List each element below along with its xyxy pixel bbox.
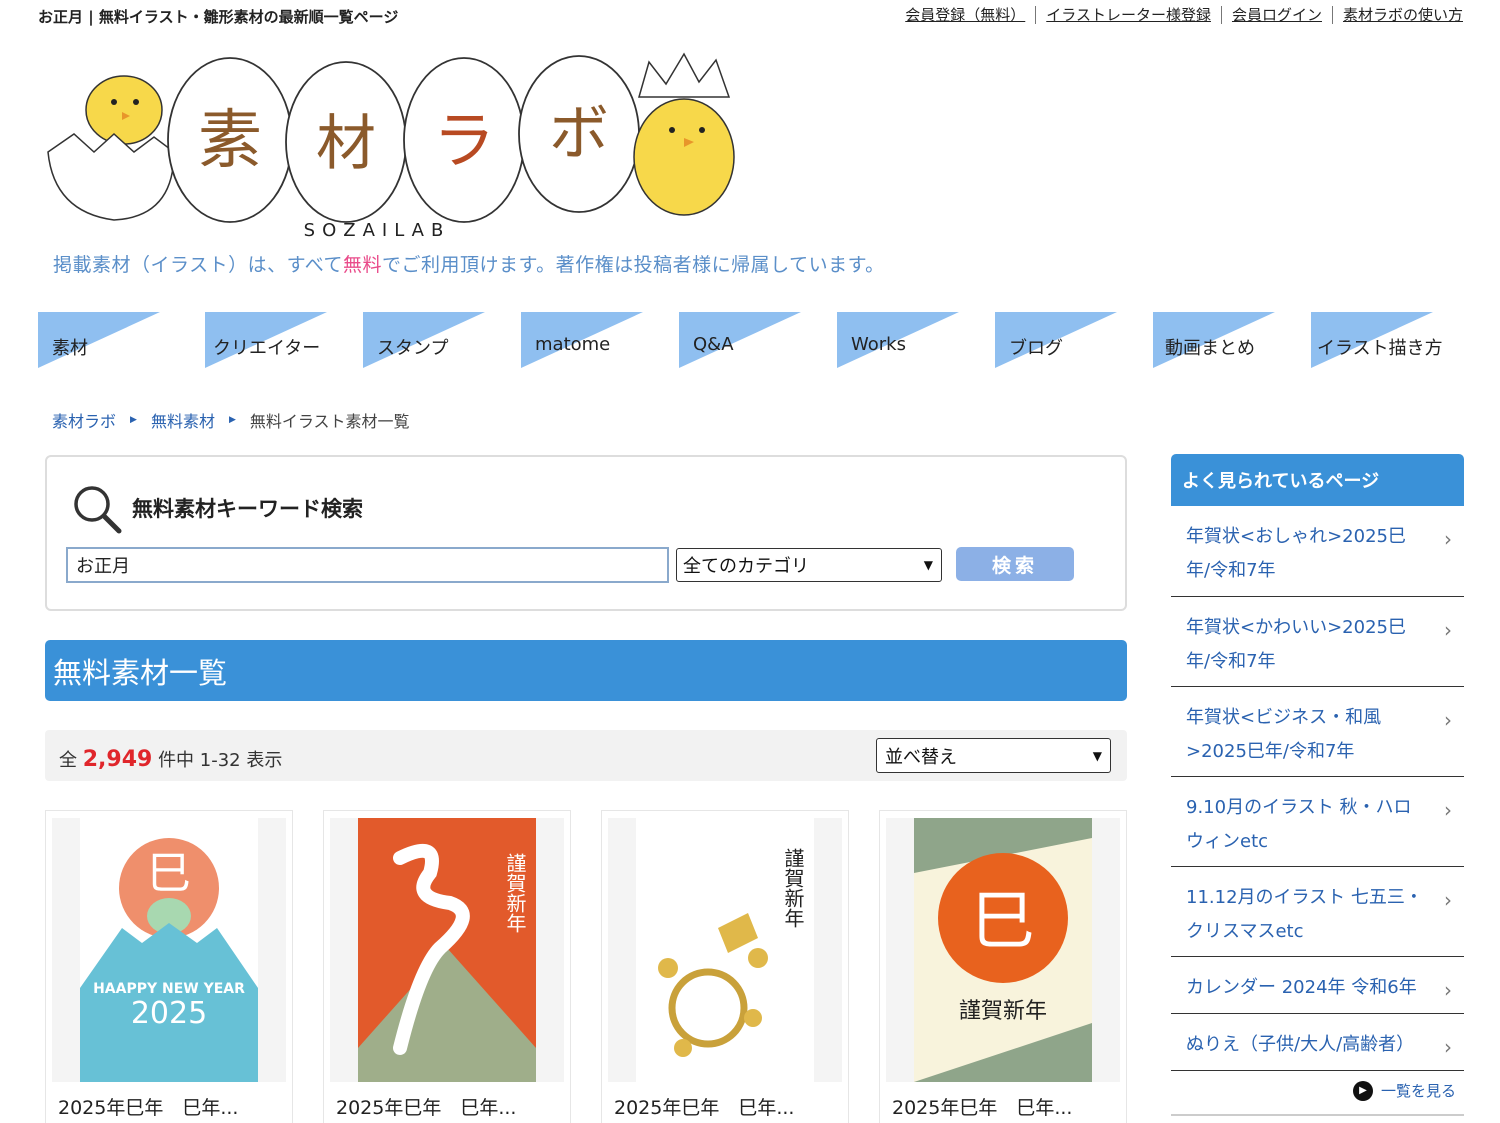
chevron-right-icon: › (1444, 798, 1452, 822)
sidebar-item-nenga-oshare[interactable]: 年賀状<おしゃれ>2025巳年/令和7年 › (1171, 506, 1464, 597)
illustrator-register-link[interactable]: イラストレーター様登録 (1036, 6, 1222, 24)
sidebar-title: よく見られているページ (1171, 454, 1464, 506)
chick-left-icon (47, 75, 175, 221)
result-count: 全 2,949 件中 1-32 表示 (59, 747, 283, 772)
logo-char-2: 材 (316, 109, 376, 179)
search-icon (74, 486, 122, 534)
chevron-right-icon: › (1444, 978, 1452, 1002)
material-grid: 巳 HAAPPY NEW YEAR 2025 2025年巳年 巳年... 謹賀新… (45, 810, 1127, 1123)
nav-item-creator[interactable]: クリエイター (205, 312, 327, 368)
sidebar-divider (1171, 1114, 1464, 1116)
logo-char-3: ラ (433, 104, 495, 177)
breadcrumb-arrow-icon: ▶ (130, 415, 137, 425)
egg-4: ボ (518, 55, 640, 213)
svg-text:謹賀新年: 謹賀新年 (959, 999, 1047, 1024)
card-caption[interactable]: 2025年巳年 巳年... (892, 1093, 1072, 1120)
category-select[interactable]: 全てのカテゴリ ▼ (676, 548, 942, 582)
breadcrumb-free-material[interactable]: 無料素材 (151, 408, 215, 432)
nav-item-sozai[interactable]: 素材 (38, 312, 160, 368)
chick-right-icon (633, 52, 735, 216)
nav-item-blog[interactable]: ブログ (995, 312, 1117, 368)
sidebar-item-winter[interactable]: 11.12月のイラスト 七五三・クリスマスetc › (1171, 867, 1464, 957)
card-thumbnail[interactable]: 巳 謹賀新年 (886, 818, 1120, 1082)
chevron-down-icon: ▼ (1092, 748, 1102, 763)
logo-char-1: 素 (198, 104, 262, 178)
result-count-bar: 全 2,949 件中 1-32 表示 並べ替え ▼ (45, 730, 1127, 781)
card-thumbnail[interactable]: 巳 HAAPPY NEW YEAR 2025 (52, 818, 286, 1082)
card-caption[interactable]: 2025年巳年 巳年... (336, 1093, 516, 1120)
nav-item-matome[interactable]: matome (521, 312, 643, 368)
svg-text:巳: 巳 (147, 848, 191, 899)
list-heading: 無料素材一覧 (45, 640, 1127, 701)
sidebar-item-nenga-kawaii[interactable]: 年賀状<かわいい>2025巳年/令和7年 › (1171, 597, 1464, 687)
nav-item-works[interactable]: Works (837, 312, 959, 368)
login-link[interactable]: 会員ログイン (1222, 6, 1333, 24)
register-link[interactable]: 会員登録（無料） (895, 6, 1037, 24)
chevron-right-icon: › (1444, 618, 1452, 642)
egg-3: ラ (403, 57, 525, 223)
chevron-down-icon: ▼ (923, 558, 933, 572)
nav-item-qa[interactable]: Q&A (679, 312, 801, 368)
search-panel: 無料素材キーワード検索 全てのカテゴリ ▼ 検索 (45, 455, 1127, 611)
nav-item-video[interactable]: 動画まとめ (1153, 312, 1275, 368)
svg-text:謹賀新年: 謹賀新年 (503, 853, 527, 933)
tagline: 掲載素材（イラスト）は、すべて無料でご利用頂けます。著作権は投稿者様に帰属してい… (53, 254, 885, 276)
breadcrumb: 素材ラボ ▶ 無料素材 ▶ 無料イラスト素材一覧 (52, 408, 410, 432)
search-title: 無料素材キーワード検索 (132, 497, 363, 521)
how-to-use-link[interactable]: 素材ラボの使い方 (1333, 6, 1463, 24)
sidebar-item-nenga-business[interactable]: 年賀状<ビジネス・和風>2025巳年/令和7年 › (1171, 687, 1464, 777)
breadcrumb-home[interactable]: 素材ラボ (52, 408, 116, 432)
logo-char-4: ボ (549, 99, 609, 169)
page-title: お正月 | 無料イラスト・雛形素材の最新順一覧ページ (38, 8, 399, 26)
breadcrumb-arrow-icon: ▶ (228, 415, 236, 425)
material-card[interactable]: 謹賀新年 2025年巳年 巳年... (323, 810, 571, 1123)
breadcrumb-current: 無料イラスト素材一覧 (249, 412, 410, 431)
card-thumbnail[interactable]: 謹賀新年 (608, 818, 842, 1082)
sort-select[interactable]: 並べ替え ▼ (876, 738, 1111, 773)
chevron-right-icon: › (1444, 527, 1452, 551)
chevron-right-icon: › (1444, 708, 1452, 732)
egg-2: 材 (285, 61, 407, 223)
material-card[interactable]: 巳 謹賀新年 2025年巳年 巳年... (879, 810, 1127, 1123)
sidebar-item-nurie[interactable]: ぬりえ（子供/大人/高齢者） › (1171, 1014, 1464, 1071)
sidebar-item-calendar[interactable]: カレンダー 2024年 令和6年 › (1171, 957, 1464, 1014)
svg-text:巳: 巳 (971, 885, 1035, 959)
search-button[interactable]: 検索 (956, 547, 1074, 581)
top-links: 会員登録（無料） イラストレーター様登録 会員ログイン 素材ラボの使い方 (895, 6, 1463, 24)
svg-text:2025: 2025 (131, 996, 207, 1031)
nav-item-stamp[interactable]: スタンプ (363, 312, 485, 368)
material-card[interactable]: 巳 HAAPPY NEW YEAR 2025 2025年巳年 巳年... (45, 810, 293, 1123)
chevron-right-icon: › (1444, 1035, 1452, 1059)
material-card[interactable]: 謹賀新年 2025年巳年 巳年... (601, 810, 849, 1123)
sidebar-popular: よく見られているページ 年賀状<おしゃれ>2025巳年/令和7年 › 年賀状<か… (1171, 454, 1464, 1123)
play-circle-icon: ▶ (1352, 1080, 1373, 1101)
svg-text:HAAPPY NEW YEAR: HAAPPY NEW YEAR (93, 981, 245, 997)
main-nav: 素材 クリエイター スタンプ matome Q&A Works ブログ 動画まと… (38, 312, 1464, 368)
sidebar-item-autumn[interactable]: 9.10月のイラスト 秋・ハロウィンetc › (1171, 777, 1464, 867)
logo-subtitle: SOZAILAB (304, 220, 451, 241)
nav-item-howto[interactable]: イラスト描き方 (1311, 312, 1443, 368)
chevron-right-icon: › (1444, 888, 1452, 912)
card-thumbnail[interactable]: 謹賀新年 (330, 818, 564, 1082)
egg-1: 素 (167, 57, 293, 223)
card-caption[interactable]: 2025年巳年 巳年... (614, 1093, 794, 1120)
card-caption[interactable]: 2025年巳年 巳年... (58, 1093, 238, 1120)
see-all-link[interactable]: ▶ 一覧を見る (1352, 1080, 1456, 1101)
search-input[interactable] (66, 547, 669, 583)
svg-text:謹賀新年: 謹賀新年 (781, 848, 805, 928)
site-logo[interactable]: 素 材 ラ ボ SOZAILAB (44, 42, 744, 242)
